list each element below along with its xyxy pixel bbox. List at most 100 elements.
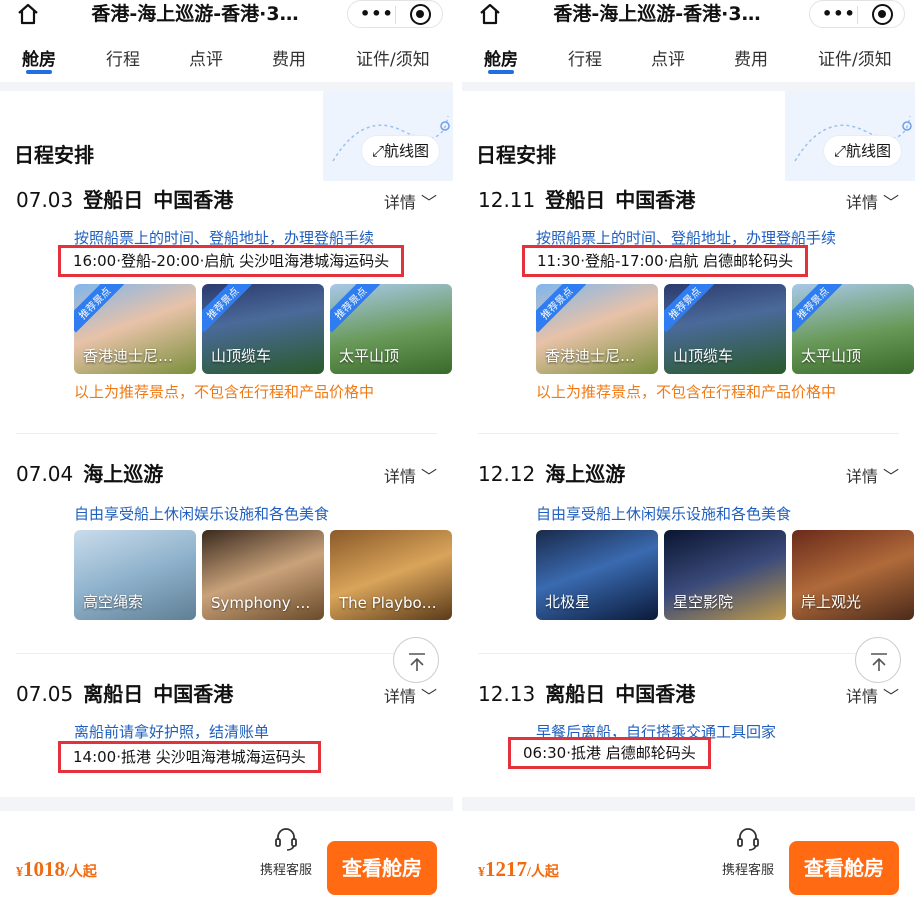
day-tag: 登船日 (83, 188, 144, 212)
day-date: 12.11 (478, 188, 536, 212)
chevron-down-icon: ﹀ (415, 687, 437, 706)
day-tag: 离船日 (545, 682, 606, 706)
attraction-label: 香港迪士尼… (545, 347, 636, 365)
screen-right: 香港-海上巡游-香港·3… ••• 舱房 行程 点评 费用 证件/须知 日程安排… (462, 0, 915, 904)
price-unit: /人起 (527, 865, 559, 880)
headset-icon (737, 828, 759, 851)
screen-gutter (453, 0, 462, 904)
expand-icon: ⤢ (371, 142, 384, 160)
view-cabins-button[interactable]: 查看舱房 (327, 841, 437, 895)
headset-icon (275, 828, 297, 851)
activity-card[interactable]: 星空影院 (664, 530, 786, 620)
tab-documents[interactable]: 证件/须知 (356, 45, 430, 70)
home-icon[interactable] (16, 2, 40, 26)
activity-label: Symphony … (211, 594, 311, 612)
day-heading: 07.03 登船日 中国香港 (16, 185, 233, 215)
chevron-down-icon: ﹀ (877, 193, 899, 212)
home-icon[interactable] (478, 2, 502, 26)
tab-fees[interactable]: 费用 (272, 45, 306, 70)
attraction-card[interactable]: 推荐景点香港迪士尼… (536, 284, 658, 374)
details-label: 详情 (845, 687, 878, 706)
divider (478, 653, 899, 654)
currency-symbol: ¥ (16, 865, 23, 880)
chevron-down-icon: ﹀ (415, 467, 437, 486)
price-unit: /人起 (65, 865, 97, 880)
section-title: 日程安排 (476, 143, 556, 167)
divider (478, 433, 899, 434)
activity-card[interactable]: 高空绳索 (74, 530, 196, 620)
customer-service-label: 携程客服 (721, 863, 774, 878)
details-label: 详情 (845, 467, 878, 486)
route-map-button[interactable]: ⤢航线图 (823, 136, 901, 166)
page-title: 香港-海上巡游-香港·3… (553, 3, 761, 25)
activity-label: 高空绳索 (83, 593, 144, 611)
recommended-badge: 推荐景点 (536, 284, 587, 333)
boarding-time-highlight: 11:30·登船-17:00·启航 启德邮轮码头 (522, 245, 809, 277)
attraction-card[interactable]: 推荐景点 山顶缆车 (202, 284, 324, 374)
tab-bar: 舱房 行程 点评 费用 证件/须知 (0, 40, 453, 76)
close-mini-program-icon[interactable] (410, 4, 431, 25)
activity-label: 岸上观光 (801, 593, 862, 611)
arrival-time-highlight: 06:30·抵港 启德邮轮码头 (508, 737, 711, 769)
tab-reviews[interactable]: 点评 (651, 45, 685, 70)
day-description: 离船前请拿好护照，结清账单 (74, 723, 270, 741)
activity-card[interactable]: Symphony … (202, 530, 324, 620)
price-amount: 1018 (23, 857, 65, 881)
currency-symbol: ¥ (478, 865, 485, 880)
mini-program-capsule[interactable]: ••• (809, 0, 905, 28)
day-place: 中国香港 (615, 682, 696, 706)
tab-fees[interactable]: 费用 (734, 45, 768, 70)
attraction-card[interactable]: 推荐景点 山顶缆车 (664, 284, 786, 374)
arrow-up-icon (871, 653, 887, 671)
activity-card[interactable]: 岸上观光 (792, 530, 914, 620)
route-map-button[interactable]: ⤢航线图 (361, 136, 439, 166)
route-map-label: 航线图 (845, 142, 891, 160)
attraction-card[interactable]: 推荐景点 太平山顶 (330, 284, 452, 374)
customer-service-button[interactable]: 携程客服 (718, 825, 778, 878)
attraction-card[interactable]: 推荐景点 香港迪士尼… (74, 284, 196, 374)
tab-documents[interactable]: 证件/须知 (818, 45, 892, 70)
arrival-time-highlight: 14:00·抵港 尖沙咀海港城海运码头 (58, 741, 321, 773)
back-to-top-button[interactable] (393, 637, 439, 683)
details-link[interactable]: 详情 ﹀ (384, 463, 437, 487)
back-to-top-button[interactable] (855, 637, 901, 683)
day-heading: 07.04 海上巡游 (16, 459, 163, 489)
tab-cabin[interactable]: 舱房 (484, 45, 518, 70)
details-label: 详情 (845, 193, 878, 212)
tab-itinerary[interactable]: 行程 (106, 45, 140, 70)
tab-reviews[interactable]: 点评 (189, 45, 223, 70)
route-map-label: 航线图 (383, 142, 429, 160)
day-place: 海上巡游 (83, 462, 164, 486)
details-link[interactable]: 详情 ﹀ (846, 463, 899, 487)
recommended-badge: 推荐景点 (792, 284, 843, 333)
recommended-badge: 推荐景点 (202, 284, 253, 333)
activity-card[interactable]: The Playbo… (330, 530, 452, 620)
details-link[interactable]: 详情 ﹀ (384, 189, 437, 213)
active-tab-indicator (488, 70, 514, 74)
activity-card[interactable]: 北极星 (536, 530, 658, 620)
attraction-label: 香港迪士尼… (83, 347, 174, 365)
tab-cabin[interactable]: 舱房 (22, 45, 56, 70)
mini-program-capsule[interactable]: ••• (347, 0, 443, 28)
customer-service-button[interactable]: 携程客服 (256, 825, 316, 878)
more-icon[interactable]: ••• (822, 4, 856, 24)
day-place: 中国香港 (153, 188, 234, 212)
details-label: 详情 (383, 467, 416, 486)
tab-itinerary[interactable]: 行程 (568, 45, 602, 70)
view-cabins-button[interactable]: 查看舱房 (789, 841, 899, 895)
chevron-down-icon: ﹀ (415, 193, 437, 212)
details-label: 详情 (383, 687, 416, 706)
more-icon[interactable]: ••• (360, 4, 394, 24)
arrow-up-icon (409, 653, 425, 671)
capsule-divider (857, 6, 858, 24)
activity-label: The Playbo… (339, 594, 437, 612)
screen-left: 香港-海上巡游-香港·3… ••• 舱房 行程 点评 费用 证件/须知 日程安排… (0, 0, 453, 904)
top-nav: 香港-海上巡游-香港·3… ••• 舱房 行程 点评 费用 证件/须知 (462, 0, 915, 82)
details-link[interactable]: 详情 ﹀ (846, 683, 899, 707)
attraction-card[interactable]: 推荐景点 太平山顶 (792, 284, 914, 374)
close-mini-program-icon[interactable] (872, 4, 893, 25)
details-link[interactable]: 详情 ﹀ (846, 189, 899, 213)
attraction-label: 山顶缆车 (673, 347, 734, 365)
details-link[interactable]: 详情 ﹀ (384, 683, 437, 707)
day-heading: 12.13 离船日 中国香港 (478, 679, 695, 709)
